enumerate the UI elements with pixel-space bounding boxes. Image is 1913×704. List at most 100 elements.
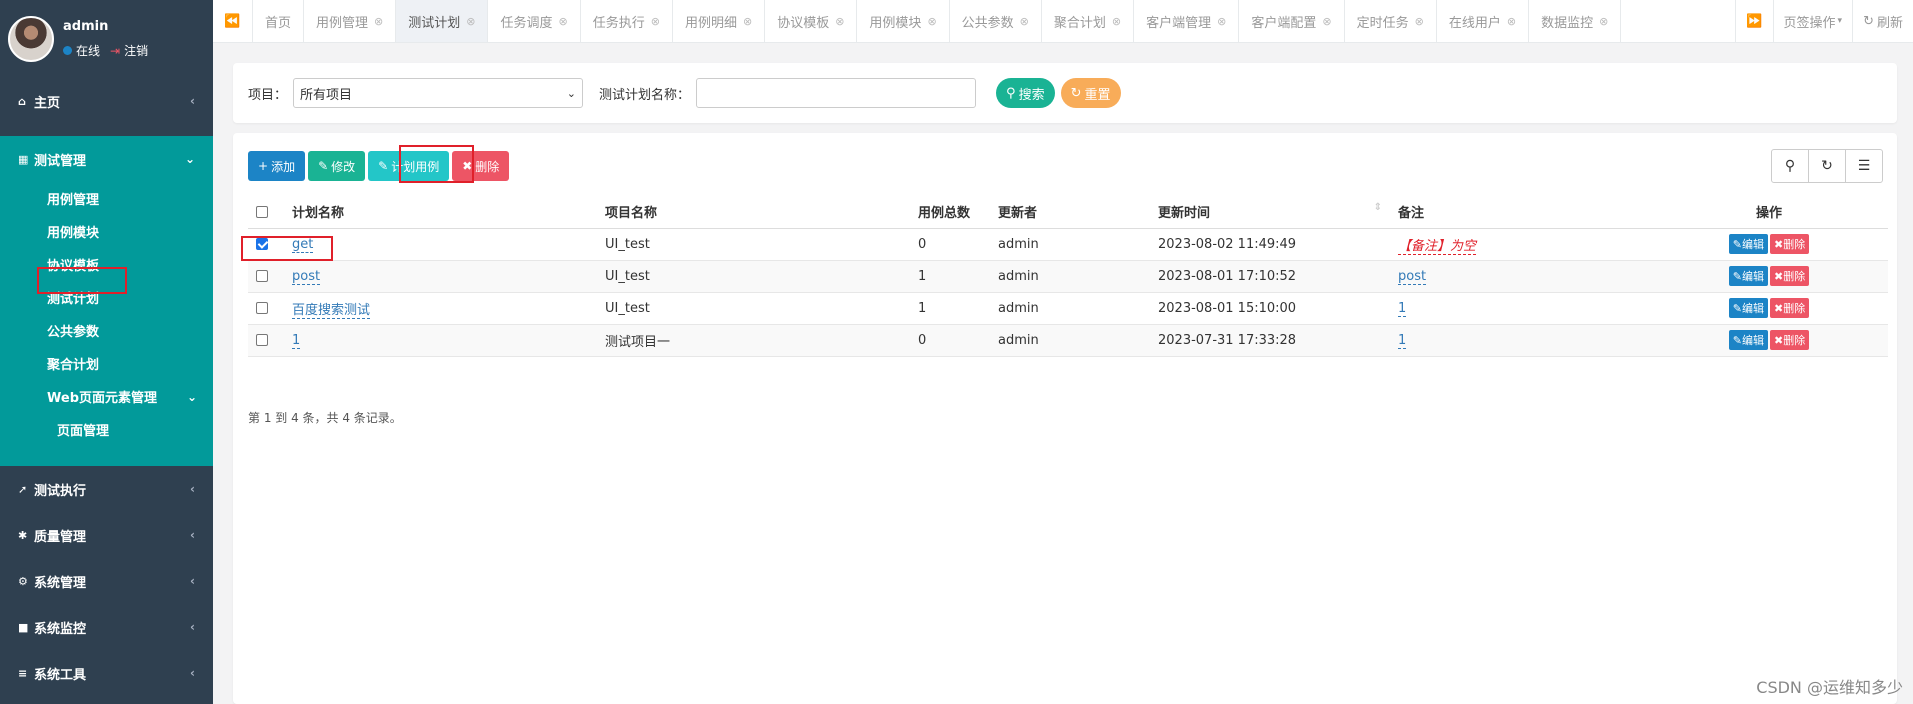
- nav-system-tools[interactable]: ≡ 系统工具 ‹: [0, 650, 213, 696]
- close-icon[interactable]: ⊗: [927, 15, 936, 28]
- row-delete-button[interactable]: ✖删除: [1770, 234, 1810, 254]
- submenu-item-page-management[interactable]: 页面管理: [0, 413, 213, 446]
- rocket-icon: ➚: [18, 482, 28, 496]
- row-checkbox[interactable]: [256, 302, 268, 314]
- table-row[interactable]: 1 测试项目一 0 admin 2023-07-31 17:33:28 1 ✎编…: [248, 324, 1888, 357]
- close-icon[interactable]: ⊗: [835, 15, 844, 28]
- row-delete-button[interactable]: ✖删除: [1770, 330, 1810, 350]
- tab-task-schedule[interactable]: 任务调度 ⊗: [488, 0, 581, 42]
- plan-cases-button[interactable]: ✎ 计划用例: [368, 151, 450, 181]
- submenu-item-case-module[interactable]: 用例模块: [0, 215, 213, 248]
- plan-name-input[interactable]: [696, 78, 977, 108]
- actions-cell: ✎编辑 ✖删除: [1650, 260, 1888, 293]
- tab-client-management[interactable]: 客户端管理 ⊗: [1134, 0, 1240, 42]
- nav-system-monitor[interactable]: ■ 系统监控 ‹: [0, 604, 213, 650]
- row-delete-button[interactable]: ✖删除: [1770, 266, 1810, 286]
- row-checkbox[interactable]: [256, 334, 268, 346]
- col-plan-name[interactable]: 计划名称: [284, 196, 597, 229]
- tabs-scroll-right-button[interactable]: ⏩: [1735, 0, 1772, 42]
- table-row[interactable]: post UI_test 1 admin 2023-08-01 17:10:52…: [248, 260, 1888, 293]
- row-edit-button[interactable]: ✎编辑: [1728, 330, 1768, 350]
- nav-quality-management[interactable]: ✱ 质量管理 ‹: [0, 512, 213, 558]
- columns-button[interactable]: ☰: [1845, 149, 1883, 183]
- col-updater[interactable]: 更新者: [990, 196, 1150, 229]
- submenu-item-case-management[interactable]: 用例管理: [0, 182, 213, 215]
- tab-aggregate-plan[interactable]: 聚合计划 ⊗: [1042, 0, 1135, 42]
- select-all-checkbox[interactable]: [256, 205, 268, 218]
- logout-icon[interactable]: ⇥: [110, 44, 120, 58]
- tab-common-params[interactable]: 公共参数 ⊗: [950, 0, 1042, 42]
- row-edit-button[interactable]: ✎编辑: [1728, 298, 1768, 318]
- plan-name-link[interactable]: post: [292, 268, 321, 285]
- col-case-total[interactable]: 用例总数: [910, 196, 990, 229]
- tab-case-management[interactable]: 用例管理 ⊗: [304, 0, 397, 42]
- nav-system-management[interactable]: ⚙ 系统管理 ‹: [0, 558, 213, 604]
- close-icon[interactable]: ⊗: [1217, 15, 1226, 28]
- tab-case-module[interactable]: 用例模块 ⊗: [857, 0, 950, 42]
- tab-online-users[interactable]: 在线用户 ⊗: [1437, 0, 1530, 42]
- project-select[interactable]: 所有项目 ⌄: [293, 78, 584, 108]
- tab-home[interactable]: 首页: [253, 0, 305, 42]
- close-icon[interactable]: ⊗: [743, 15, 752, 28]
- tab-data-monitor[interactable]: 数据监控 ⊗: [1529, 0, 1622, 42]
- close-icon[interactable]: ⊗: [1507, 15, 1516, 28]
- plan-name-link[interactable]: 百度搜索测试: [292, 302, 371, 319]
- remark-link[interactable]: 1: [1398, 300, 1407, 317]
- close-icon[interactable]: ⊗: [1112, 15, 1121, 28]
- row-delete-button[interactable]: ✖删除: [1770, 298, 1810, 318]
- close-icon[interactable]: ⊗: [466, 15, 475, 28]
- refresh-table-button[interactable]: ↻: [1808, 149, 1846, 183]
- nav-home-label: 主页: [34, 95, 61, 111]
- row-checkbox[interactable]: [256, 270, 268, 282]
- edit-button[interactable]: ✎ 修改: [308, 151, 366, 181]
- close-icon[interactable]: ⊗: [559, 15, 568, 28]
- delete-button-label: 删除: [475, 159, 500, 174]
- col-remark[interactable]: 备注: [1390, 196, 1650, 229]
- plan-name-link[interactable]: get: [292, 236, 314, 253]
- user-status: 在线 ⇥ 注销: [63, 42, 148, 59]
- reset-button[interactable]: ↻ 重置: [1060, 78, 1121, 108]
- plan-name-link[interactable]: 1: [292, 332, 301, 349]
- avatar[interactable]: [8, 16, 54, 62]
- remark-link[interactable]: 1: [1398, 332, 1407, 349]
- table-row[interactable]: 百度搜索测试 UI_test 1 admin 2023-08-01 15:10:…: [248, 292, 1888, 325]
- close-icon[interactable]: ⊗: [651, 15, 660, 28]
- page-ops-dropdown[interactable]: 页签操作 ▾: [1772, 0, 1853, 42]
- nav-test-execution[interactable]: ➚ 测试执行 ‹: [0, 466, 213, 512]
- tab-client-config[interactable]: 客户端配置 ⊗: [1239, 0, 1345, 42]
- refresh-tab-button[interactable]: ↻ 刷新: [1852, 0, 1913, 42]
- tab-test-plan[interactable]: 测试计划 ⊗: [396, 0, 489, 42]
- remark-link[interactable]: 【备注】为空: [1398, 238, 1477, 255]
- tab-task-execution[interactable]: 任务执行 ⊗: [581, 0, 673, 42]
- add-button[interactable]: + 添加: [248, 151, 306, 181]
- submenu-item-web-elements[interactable]: Web页面元素管理 ⌄: [0, 380, 213, 413]
- close-icon[interactable]: ⊗: [1415, 15, 1424, 28]
- close-icon[interactable]: ⊗: [1322, 15, 1331, 28]
- row-checkbox[interactable]: [256, 238, 268, 250]
- close-icon[interactable]: ⊗: [1599, 15, 1608, 28]
- actions-cell: ✎编辑 ✖删除: [1650, 228, 1888, 261]
- delete-button[interactable]: ✖ 删除: [452, 151, 510, 181]
- project-label: 项目：: [248, 87, 288, 103]
- col-project-name[interactable]: 项目名称: [597, 196, 910, 229]
- tab-scheduled-task[interactable]: 定时任务 ⊗: [1345, 0, 1437, 42]
- row-edit-button[interactable]: ✎编辑: [1728, 266, 1768, 286]
- search-button[interactable]: ⚲ 搜索: [996, 78, 1055, 108]
- tab-case-detail[interactable]: 用例明细 ⊗: [673, 0, 766, 42]
- close-icon[interactable]: ⊗: [374, 15, 383, 28]
- row-edit-button[interactable]: ✎编辑: [1728, 234, 1768, 254]
- grid-icon: ▦: [18, 152, 29, 166]
- nav-home[interactable]: ⌂ 主页 ‹: [0, 78, 213, 124]
- tabs-scroll-left-button[interactable]: ⏪: [213, 0, 253, 42]
- col-update-time[interactable]: 更新时间 ⇕: [1150, 196, 1390, 229]
- close-icon[interactable]: ⊗: [1020, 15, 1029, 28]
- tab-protocol-template[interactable]: 协议模板 ⊗: [765, 0, 858, 42]
- user-panel: admin 在线 ⇥ 注销: [0, 0, 213, 78]
- submenu-item-common-params[interactable]: 公共参数: [0, 314, 213, 347]
- nav-test-management[interactable]: ▦ 测试管理 ⌄: [0, 136, 213, 182]
- logout-link[interactable]: 注销: [124, 42, 148, 59]
- table-row[interactable]: get UI_test 0 admin 2023-08-02 11:49:49 …: [248, 228, 1888, 261]
- toggle-search-button[interactable]: ⚲: [1771, 149, 1809, 183]
- submenu-item-aggregate-plan[interactable]: 聚合计划: [0, 347, 213, 380]
- remark-link[interactable]: post: [1398, 268, 1427, 285]
